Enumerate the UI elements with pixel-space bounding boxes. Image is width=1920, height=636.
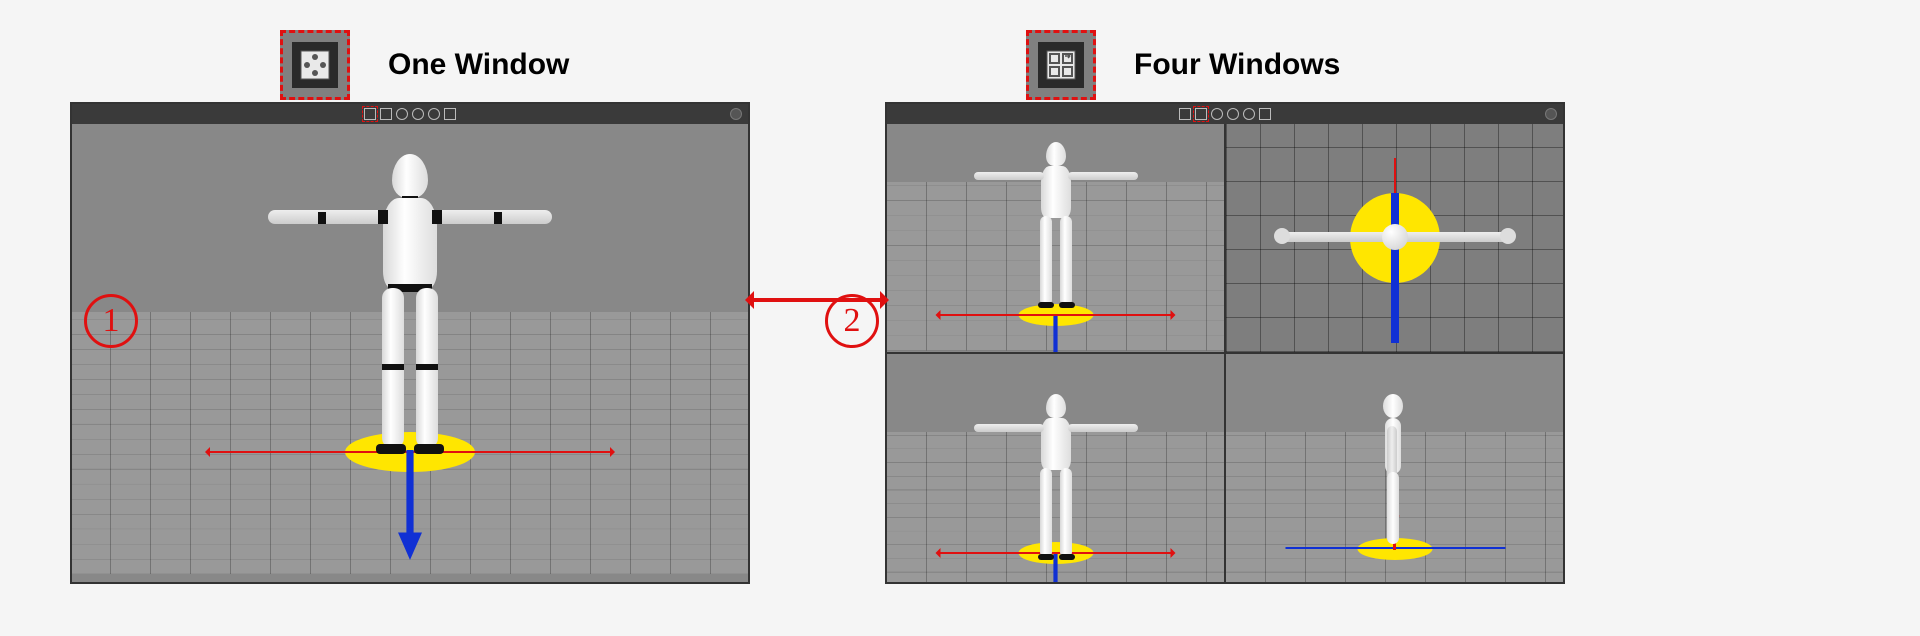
one-window-label: One Window <box>388 48 569 82</box>
mannequin-torso <box>383 198 437 290</box>
viewport-side[interactable] <box>1226 354 1563 582</box>
gizmo-z-axis[interactable] <box>1391 193 1399 343</box>
tb-settings-icon[interactable] <box>444 108 456 120</box>
tb-rotate-icon[interactable] <box>1211 108 1223 120</box>
tb-single-view-icon[interactable] <box>1179 108 1191 120</box>
tb-zoom-extents-icon[interactable] <box>1227 108 1239 120</box>
mannequin-head <box>392 154 428 198</box>
viewport-single-panel <box>70 102 750 584</box>
viewport-top[interactable] <box>1226 124 1563 352</box>
tb-zoom-extents-icon[interactable] <box>412 108 424 120</box>
tb-close-icon[interactable] <box>1545 108 1557 120</box>
tb-rotate-icon[interactable] <box>396 108 408 120</box>
tb-quad-view-icon[interactable] <box>380 108 392 120</box>
four-windows-label: Four Windows <box>1134 48 1340 82</box>
viewport-quad <box>887 124 1563 582</box>
tb-settings-icon[interactable] <box>1259 108 1271 120</box>
mannequin-side-view[interactable] <box>1375 394 1415 548</box>
mannequin-t-pose[interactable] <box>986 394 1126 548</box>
viewport-front[interactable] <box>887 354 1224 582</box>
one-window-toggle[interactable] <box>280 30 350 100</box>
tb-close-icon[interactable] <box>730 108 742 120</box>
annotation-marker-2: 2 <box>825 294 879 348</box>
tb-zoom-selection-icon[interactable] <box>428 108 440 120</box>
mannequin-arm-left <box>268 210 388 224</box>
tb-zoom-selection-icon[interactable] <box>1243 108 1255 120</box>
tb-quad-view-icon[interactable] <box>1195 108 1207 120</box>
mannequin-t-pose[interactable] <box>981 142 1131 310</box>
viewport-quad-panel <box>885 102 1565 584</box>
viewport-toolbar <box>72 104 748 124</box>
mannequin-arm-right <box>432 210 552 224</box>
gizmo-x-axis[interactable] <box>940 314 1170 316</box>
viewport-toolbar <box>887 104 1563 124</box>
viewport-perspective[interactable] <box>887 124 1224 352</box>
four-windows-toggle[interactable] <box>1026 30 1096 100</box>
annotation-marker-1: 1 <box>84 294 138 348</box>
mannequin-foot-right <box>414 444 444 454</box>
single-view-icon <box>292 42 338 88</box>
mannequin-foot-left <box>376 444 406 454</box>
mannequin-t-pose[interactable] <box>280 154 540 454</box>
annotation-double-arrow-icon <box>752 298 882 302</box>
tb-single-view-icon[interactable] <box>364 108 376 120</box>
quad-view-icon <box>1038 42 1084 88</box>
viewport-single[interactable] <box>72 124 748 582</box>
mannequin-top-view[interactable] <box>1280 218 1510 258</box>
gizmo-x-axis[interactable] <box>940 552 1170 554</box>
